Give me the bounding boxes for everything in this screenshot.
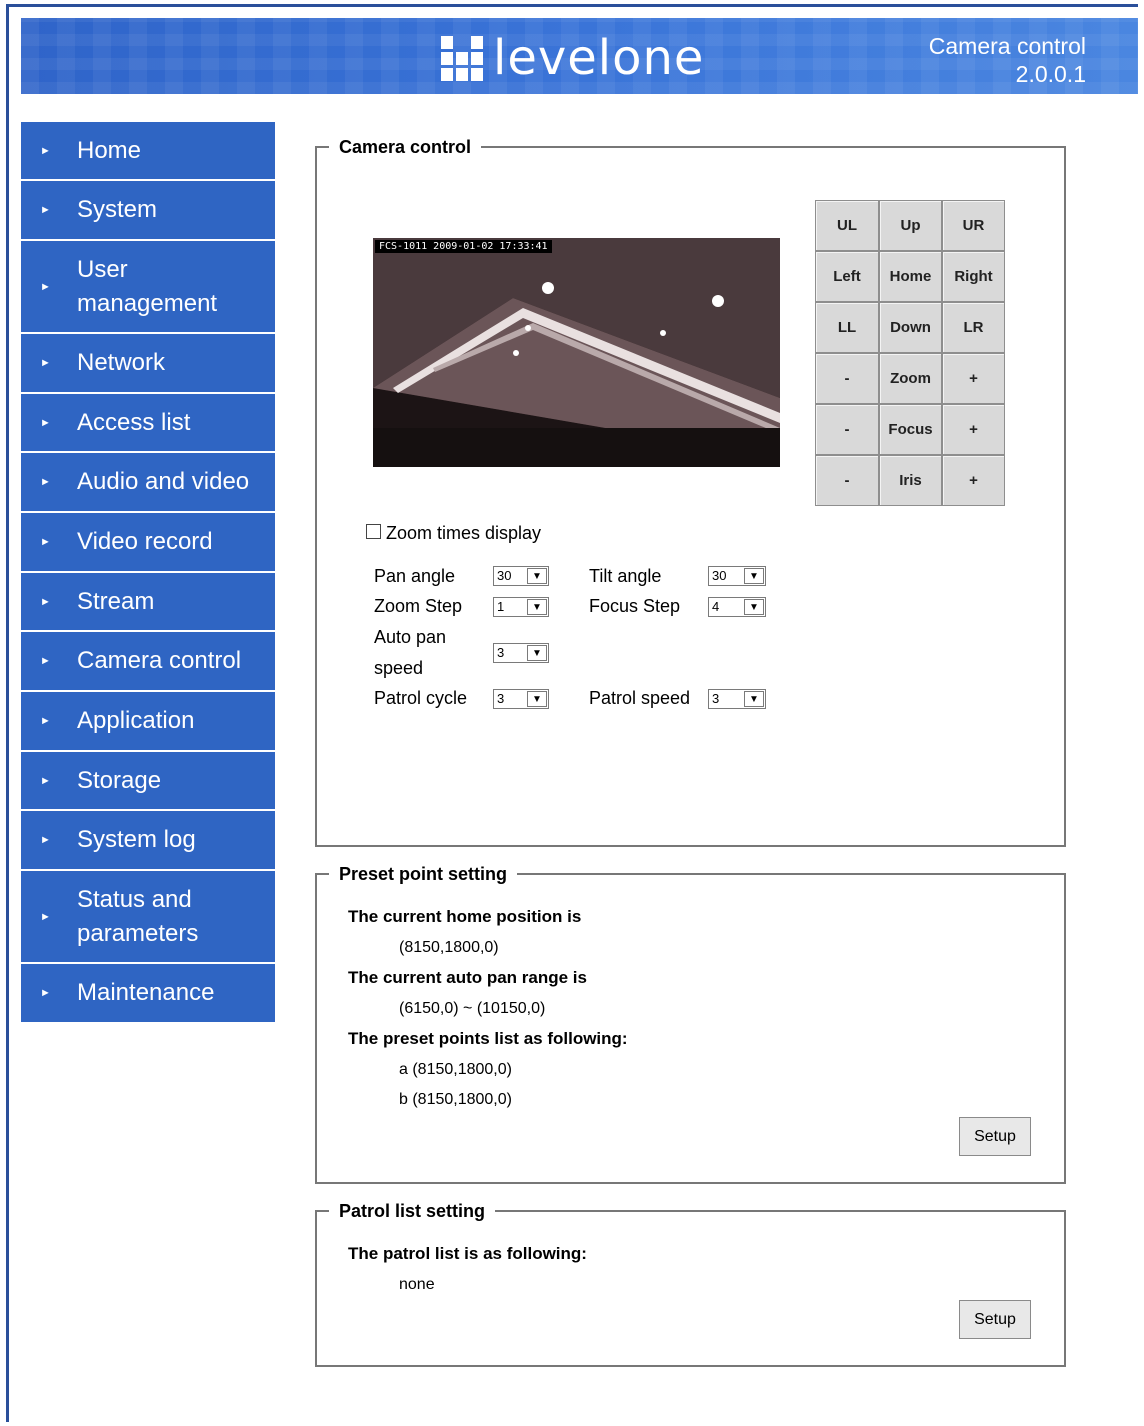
- logo-text: levelone: [493, 30, 705, 86]
- chevron-down-icon: ▼: [527, 691, 547, 707]
- sidebar-item-camera-control[interactable]: ► Camera control: [21, 632, 275, 692]
- triangle-right-icon: ►: [40, 357, 51, 369]
- sidebar-item-video-record[interactable]: ► Video record: [21, 513, 275, 573]
- zoom-in-button[interactable]: +: [942, 353, 1005, 404]
- auto-pan-speed-select[interactable]: 3 ▼: [493, 643, 549, 663]
- sidebar-item-system[interactable]: ► System: [21, 181, 275, 241]
- levelone-logo-icon: [441, 36, 483, 81]
- auto-pan-range-label: The current auto pan range is: [348, 968, 587, 987]
- home-position-value: (8150,1800,0): [399, 939, 499, 956]
- preset-point-item: a (8150,1800,0): [399, 1061, 512, 1078]
- ptz-ul-button[interactable]: UL: [815, 200, 879, 251]
- zoom-step-select[interactable]: 1 ▼: [493, 597, 549, 617]
- tilt-angle-select[interactable]: 30 ▼: [708, 566, 766, 586]
- preset-list-label: The preset points list as following:: [348, 1029, 628, 1048]
- iris-plus-button[interactable]: +: [942, 455, 1005, 506]
- sidebar-item-maintenance[interactable]: ► Maintenance: [21, 964, 275, 1022]
- triangle-right-icon: ►: [40, 834, 51, 846]
- triangle-right-icon: ►: [40, 280, 51, 293]
- triangle-right-icon: ►: [40, 987, 51, 999]
- patrol-speed-select[interactable]: 3 ▼: [708, 689, 766, 709]
- header-banner: levelone Camera control 2.0.0.1: [21, 18, 1138, 94]
- patrol-list-value: none: [399, 1276, 435, 1293]
- patrol-list-legend: Patrol list setting: [329, 1200, 496, 1222]
- triangle-right-icon: ►: [40, 910, 51, 923]
- preset-setup-button[interactable]: Setup: [959, 1117, 1031, 1156]
- focus-plus-button[interactable]: +: [942, 404, 1005, 455]
- ptz-ll-button[interactable]: LL: [815, 302, 879, 353]
- sidebar-item-access-list[interactable]: ► Access list: [21, 394, 275, 453]
- patrol-cycle-select[interactable]: 3 ▼: [493, 689, 549, 709]
- focus-label: Focus: [879, 404, 942, 455]
- focus-step-label: Focus Step: [589, 596, 681, 616]
- patrol-cycle-label: Patrol cycle: [374, 688, 468, 708]
- tilt-angle-label: Tilt angle: [589, 566, 662, 586]
- sidebar-item-home[interactable]: ► Home: [21, 122, 275, 181]
- levelone-logo: levelone: [441, 32, 704, 84]
- ptz-left-button[interactable]: Left: [815, 251, 879, 302]
- triangle-right-icon: ►: [40, 416, 51, 429]
- auto-pan-speed-label: speed: [374, 658, 424, 678]
- sidebar-item-user-management[interactable]: ► User management: [21, 241, 275, 334]
- zoom-out-button[interactable]: -: [815, 353, 879, 404]
- header-version: 2.0.0.1: [1015, 61, 1086, 87]
- sidebar-item-application[interactable]: ► Application: [21, 692, 275, 752]
- iris-minus-button[interactable]: -: [815, 455, 879, 506]
- ptz-home-button[interactable]: Home: [879, 251, 942, 302]
- chevron-down-icon: ▼: [527, 645, 547, 661]
- auto-pan-range-value: (6150,0) ~ (10150,0): [399, 1000, 546, 1017]
- camera-control-legend: Camera control: [329, 136, 482, 158]
- zoom-times-display-label: Zoom times display: [386, 523, 542, 543]
- patrol-list-label: The patrol list is as following:: [348, 1244, 587, 1263]
- header-page-title: Camera control: [928, 33, 1086, 59]
- iris-label: Iris: [879, 455, 942, 506]
- pan-angle-label: Pan angle: [374, 566, 456, 586]
- ptz-down-button[interactable]: Down: [879, 302, 942, 353]
- patrol-speed-label: Patrol speed: [589, 688, 691, 708]
- preset-point-item: b (8150,1800,0): [399, 1091, 512, 1108]
- sidebar-item-status-and-parameters[interactable]: ► Status and parameters: [21, 871, 275, 964]
- ptz-control-grid: UL Up UR Left Home Right LL Down LR - Zo…: [815, 200, 1005, 506]
- ptz-ur-button[interactable]: UR: [942, 200, 1005, 251]
- preset-point-legend: Preset point setting: [329, 863, 518, 885]
- sidebar-item-stream[interactable]: ► Stream: [21, 573, 275, 632]
- ptz-right-button[interactable]: Right: [942, 251, 1005, 302]
- chevron-down-icon: ▼: [527, 599, 547, 615]
- ptz-up-button[interactable]: Up: [879, 200, 942, 251]
- home-position-label: The current home position is: [348, 907, 582, 926]
- sidebar-item-system-log[interactable]: ► System log: [21, 811, 275, 871]
- ptz-lr-button[interactable]: LR: [942, 302, 1005, 353]
- video-timestamp: FCS-1011 2009-01-02 17:33:41: [375, 240, 552, 253]
- focus-step-select[interactable]: 4 ▼: [708, 597, 766, 617]
- camera-image: [373, 238, 780, 467]
- focus-minus-button[interactable]: -: [815, 404, 879, 455]
- triangle-right-icon: ►: [40, 774, 51, 787]
- sidebar-nav: ► Home ► System ► User management ► Network …: [21, 122, 275, 1022]
- header-title: Camera control 2.0.0.1: [929, 32, 1086, 88]
- zoom-step-label: Zoom Step: [374, 596, 463, 616]
- patrol-setup-button[interactable]: Setup: [959, 1300, 1031, 1339]
- triangle-right-icon: ►: [40, 536, 51, 548]
- pan-angle-select[interactable]: 30 ▼: [493, 566, 549, 586]
- auto-pan-label: Auto pan: [374, 627, 447, 647]
- triangle-right-icon: ►: [40, 144, 51, 157]
- camera-live-view[interactable]: FCS-1011 2009-01-02 17:33:41: [373, 238, 780, 467]
- sidebar-item-storage[interactable]: ► Storage: [21, 752, 275, 811]
- triangle-right-icon: ►: [40, 476, 51, 488]
- triangle-right-icon: ►: [40, 204, 51, 216]
- chevron-down-icon: ▼: [744, 568, 764, 584]
- chevron-down-icon: ▼: [527, 568, 547, 584]
- triangle-right-icon: ►: [40, 595, 51, 608]
- sidebar-item-network[interactable]: ► Network: [21, 334, 275, 394]
- chevron-down-icon: ▼: [744, 599, 764, 615]
- triangle-right-icon: ►: [40, 655, 51, 667]
- triangle-right-icon: ►: [40, 715, 51, 727]
- zoom-times-display-checkbox[interactable]: [366, 524, 381, 539]
- sidebar-item-audio-and-video[interactable]: ► Audio and video: [21, 453, 275, 513]
- chevron-down-icon: ▼: [744, 691, 764, 707]
- zoom-label: Zoom: [879, 353, 942, 404]
